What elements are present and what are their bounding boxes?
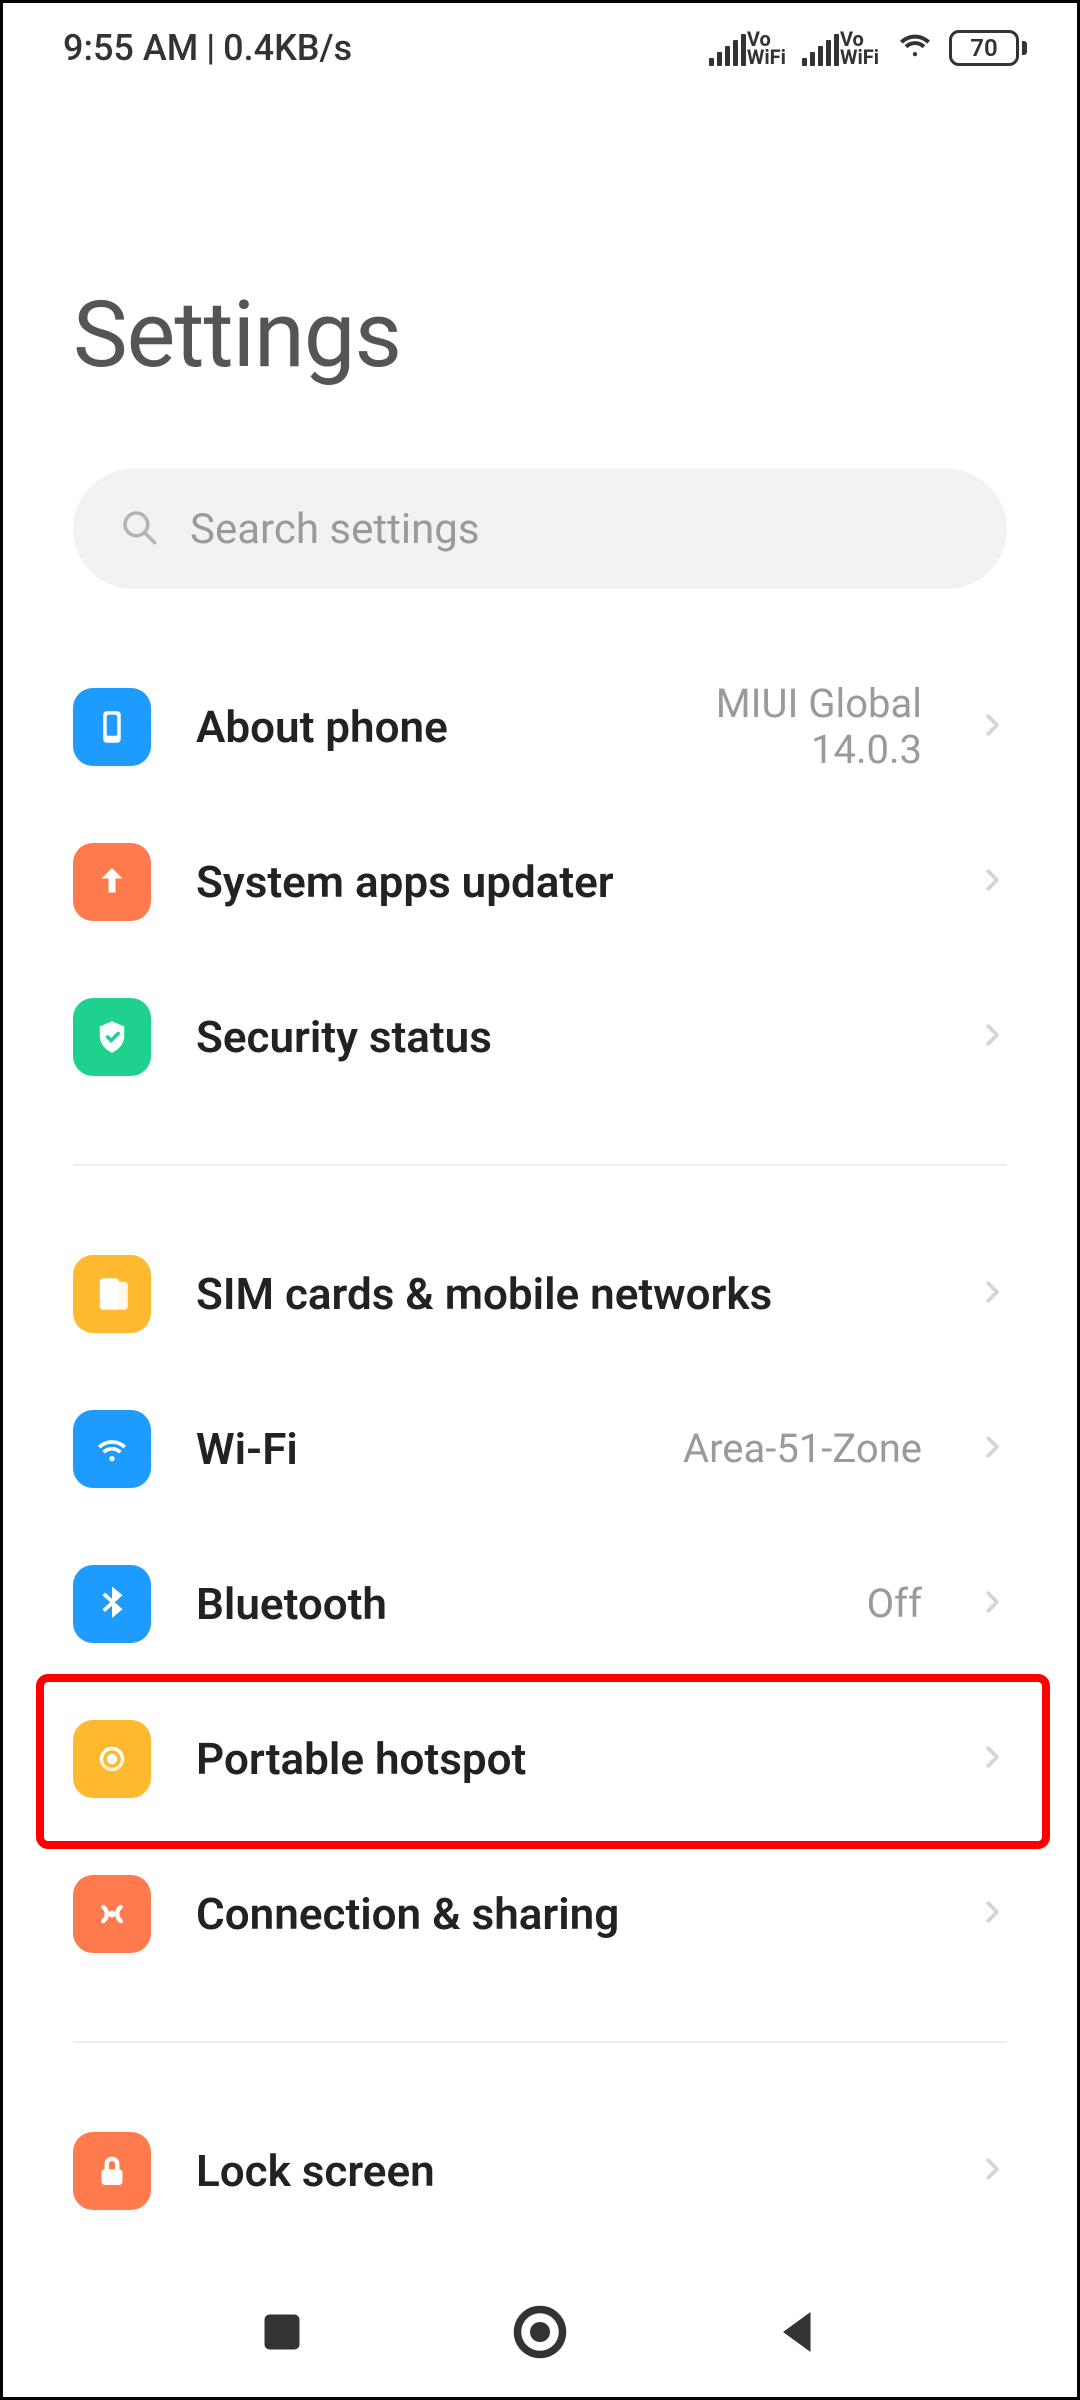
status-speed: 0.4KB/s	[223, 27, 352, 69]
item-value: Off	[867, 1580, 922, 1627]
item-title: Security status	[196, 1011, 932, 1063]
chevron-right-icon	[977, 1432, 1007, 1466]
settings-item-wi-fi[interactable]: Wi-Fi Area-51-Zone	[73, 1371, 1007, 1526]
status-sep: |	[206, 27, 215, 69]
chevron-right-icon	[977, 1020, 1007, 1054]
status-bar: 9:55 AM | 0.4KB/s Vo WiFi Vo WiFi 70	[3, 3, 1077, 82]
vowifi-label-2: Vo WiFi	[840, 30, 879, 66]
wifi-icon	[73, 1410, 151, 1488]
settings-item-about-phone[interactable]: About phone MIUI Global 14.0.3	[73, 649, 1007, 804]
settings-item-sim-cards-mobile-networks[interactable]: SIM cards & mobile networks	[73, 1216, 1007, 1371]
status-left: 9:55 AM | 0.4KB/s	[63, 27, 352, 69]
chevron-right-icon	[977, 1587, 1007, 1621]
chevron-right-icon	[977, 710, 1007, 744]
signal-sim2: Vo WiFi	[802, 30, 879, 66]
settings-item-system-apps-updater[interactable]: System apps updater	[73, 804, 1007, 959]
status-right: Vo WiFi Vo WiFi 70	[709, 23, 1027, 72]
update-icon	[73, 843, 151, 921]
item-text: Lock screen	[196, 2145, 932, 2197]
hotspot-icon	[73, 1720, 151, 1798]
phone-icon	[73, 688, 151, 766]
shield-icon	[73, 998, 151, 1076]
chevron-right-icon	[977, 1742, 1007, 1776]
settings-item-portable-hotspot[interactable]: Portable hotspot	[73, 1681, 1007, 1836]
settings-item-lock-screen[interactable]: Lock screen	[73, 2093, 1007, 2248]
search-placeholder: Search settings	[190, 505, 480, 554]
signal-sim1: Vo WiFi	[709, 30, 786, 66]
nav-home-button[interactable]	[510, 2302, 570, 2362]
settings-item-bluetooth[interactable]: Bluetooth Off	[73, 1526, 1007, 1681]
search-icon	[118, 506, 160, 552]
settings-item-connection-sharing[interactable]: Connection & sharing	[73, 1836, 1007, 1991]
item-text: Wi-Fi	[196, 1423, 638, 1475]
item-title: SIM cards & mobile networks	[196, 1268, 932, 1320]
item-text: SIM cards & mobile networks	[196, 1268, 932, 1320]
item-title: System apps updater	[196, 856, 932, 908]
item-title: Bluetooth	[196, 1578, 822, 1630]
item-text: Portable hotspot	[196, 1733, 932, 1785]
sim-icon	[73, 1255, 151, 1333]
item-title: About phone	[196, 701, 671, 753]
item-title: Portable hotspot	[196, 1733, 932, 1785]
search-input[interactable]: Search settings	[73, 469, 1007, 589]
chevron-right-icon	[977, 1897, 1007, 1931]
vowifi-label-1: Vo WiFi	[747, 30, 786, 66]
item-title: Wi-Fi	[196, 1423, 638, 1475]
page-title: Settings	[3, 82, 1077, 469]
lock-icon	[73, 2132, 151, 2210]
connection-icon	[73, 1875, 151, 1953]
signal-bars-icon	[709, 34, 746, 66]
item-text: About phone	[196, 701, 671, 753]
item-value: Area-51-Zone	[683, 1425, 922, 1472]
navigation-bar	[3, 2267, 1077, 2397]
item-title: Connection & sharing	[196, 1888, 932, 1940]
signal-bars-icon	[802, 34, 839, 66]
item-text: Connection & sharing	[196, 1888, 932, 1940]
divider	[73, 1164, 1007, 1166]
item-text: Bluetooth	[196, 1578, 822, 1630]
wifi-status-icon	[895, 23, 935, 72]
battery-indicator: 70	[949, 30, 1027, 66]
item-title: Lock screen	[196, 2145, 932, 2197]
item-text: Security status	[196, 1011, 932, 1063]
status-time: 9:55 AM	[63, 27, 198, 69]
chevron-right-icon	[977, 1277, 1007, 1311]
settings-item-security-status[interactable]: Security status	[73, 959, 1007, 1114]
divider	[73, 2041, 1007, 2043]
item-text: System apps updater	[196, 856, 932, 908]
nav-back-button[interactable]	[768, 2302, 828, 2362]
battery-level: 70	[970, 34, 997, 62]
nav-recents-button[interactable]	[252, 2302, 312, 2362]
bluetooth-icon	[73, 1565, 151, 1643]
chevron-right-icon	[977, 2154, 1007, 2188]
chevron-right-icon	[977, 865, 1007, 899]
settings-list: About phone MIUI Global 14.0.3 System apps…	[3, 649, 1077, 2248]
item-value: MIUI Global 14.0.3	[716, 681, 922, 773]
